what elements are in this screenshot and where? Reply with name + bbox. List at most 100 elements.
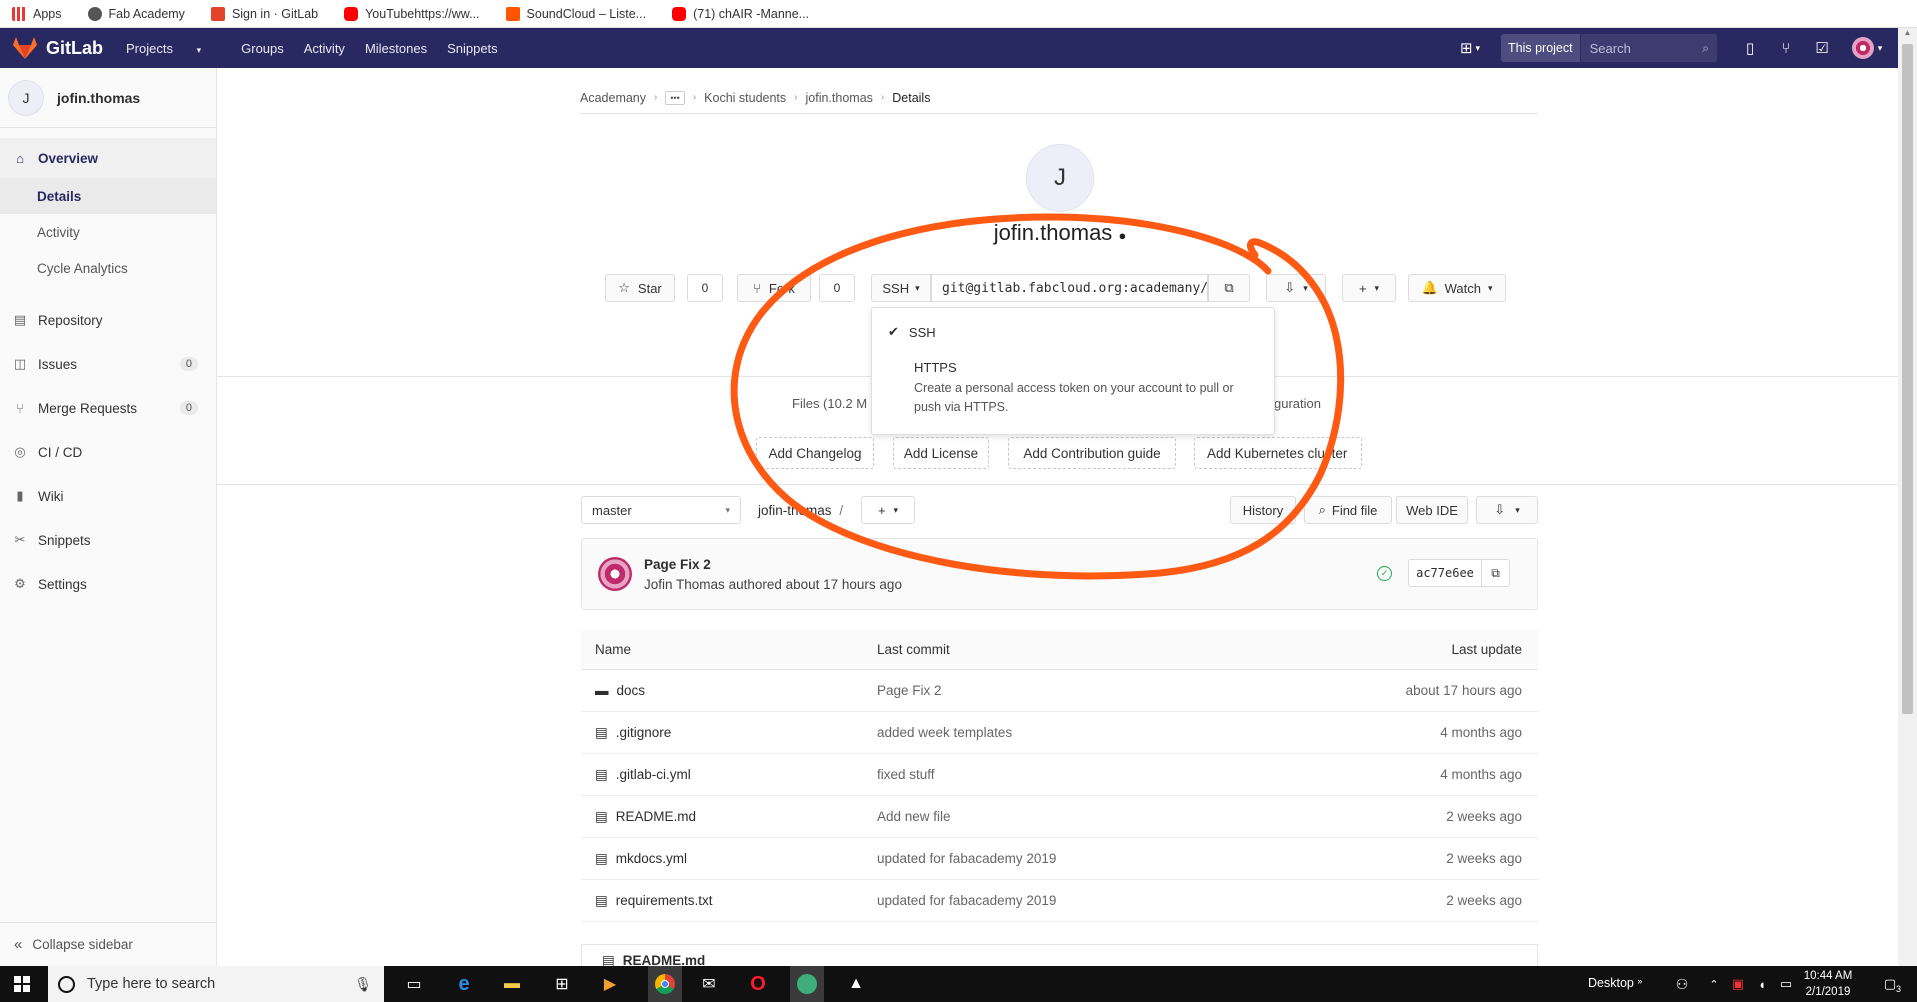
folder-icon: ▬: [595, 683, 609, 698]
merge-request-icon[interactable]: ⑂: [1775, 37, 1797, 59]
table-header: Name Last commit Last update: [581, 630, 1538, 670]
nav-snippets[interactable]: Snippets: [447, 41, 498, 56]
bookmark-soundcloud[interactable]: SoundCloud – Liste...: [505, 6, 646, 21]
download-icon: ⇩: [1494, 502, 1506, 517]
file-explorer-icon[interactable]: ▬: [500, 972, 524, 996]
scissors-icon: ✂: [14, 532, 26, 547]
soundcloud-icon: [505, 6, 520, 21]
file-icon: ▤: [595, 892, 608, 908]
scrollbar-up-arrow[interactable]: ▲: [1898, 28, 1917, 44]
rocket-icon: ◎: [14, 444, 26, 459]
edge-browser-icon[interactable]: e: [452, 972, 476, 996]
more-icon[interactable]: •••: [665, 90, 685, 105]
bookmark-apps[interactable]: Apps: [12, 6, 62, 21]
branch-select[interactable]: master ▾: [581, 496, 741, 524]
commit-sha[interactable]: ac77e6ee: [1408, 559, 1482, 587]
copy-sha-button[interactable]: ⧉: [1482, 559, 1510, 587]
todo-sidebar-icon[interactable]: ▯: [1739, 37, 1761, 59]
home-icon: ⌂: [16, 150, 24, 166]
bell-icon: 🔔: [1421, 280, 1438, 295]
gitlab-header: GitLab Projects ▾ Groups Activity Milest…: [0, 28, 1917, 68]
bookmark-fab-academy[interactable]: Fab Academy: [87, 6, 185, 21]
web-ide-button[interactable]: Web IDE: [1396, 496, 1468, 524]
sidebar-project-header[interactable]: J jofin.thomas: [0, 68, 216, 128]
table-row[interactable]: ▤ .gitignore added week templates 4 month…: [581, 712, 1538, 754]
chevron-right-icon: ›: [794, 92, 798, 103]
sidebar-item-wiki[interactable]: ▮ Wiki: [0, 474, 216, 518]
opera-icon[interactable]: O: [746, 972, 770, 996]
nav-groups[interactable]: Groups: [241, 41, 284, 56]
file-icon: ▤: [595, 724, 608, 740]
network-icon[interactable]: ▭: [1774, 972, 1798, 996]
breadcrumb-project[interactable]: jofin.thomas: [806, 91, 873, 105]
sidebar-item-snippets[interactable]: ✂ Snippets: [0, 518, 216, 562]
user-avatar[interactable]: ▾: [1847, 37, 1887, 59]
bookmark-youtube-2[interactable]: (71) chAIR -Manne...: [672, 6, 809, 21]
sidebar-item-issues[interactable]: ◫ Issues 0: [0, 342, 216, 386]
book-icon: ▮: [16, 488, 24, 503]
sidebar-item-cycle-analytics[interactable]: Cycle Analytics: [0, 250, 216, 286]
taskbar-search[interactable]: Type here to search 🎙: [48, 966, 384, 1002]
sidebar-item-repository[interactable]: ▤ Repository: [0, 298, 216, 342]
pdf-tray-icon[interactable]: ▣: [1726, 972, 1750, 996]
todos-check-icon[interactable]: ☑: [1811, 37, 1833, 59]
windows-start-icon[interactable]: [10, 972, 34, 996]
nav-projects[interactable]: Projects ▾: [126, 41, 221, 56]
table-row[interactable]: ▬ docs Page Fix 2 about 17 hours ago: [581, 670, 1538, 712]
bookmarks-bar: Apps Fab Academy Sign in · GitLab YouTub…: [0, 0, 1917, 28]
volume-icon[interactable]: ◖: [1750, 972, 1774, 996]
clock[interactable]: 10:44 AM 2/1/2019: [1800, 968, 1856, 1000]
sidebar-item-ci-cd[interactable]: ◎ CI / CD: [0, 430, 216, 474]
store-icon[interactable]: ⊞: [550, 972, 574, 996]
star-button[interactable]: ☆ Star: [605, 274, 675, 302]
collapse-sidebar-button[interactable]: «Collapse sidebar: [0, 922, 216, 966]
chevron-down-icon: ▾: [1488, 282, 1493, 293]
search-box[interactable]: This project Search ⌕: [1501, 34, 1717, 62]
author-avatar[interactable]: [598, 557, 632, 591]
page-scrollbar[interactable]: ▲: [1898, 28, 1917, 966]
breadcrumb-kochi-students[interactable]: Kochi students: [704, 91, 786, 105]
people-icon[interactable]: ⚇: [1670, 972, 1694, 996]
sidebar-item-activity[interactable]: Activity: [0, 214, 216, 250]
apps-grid-icon: [12, 6, 26, 21]
nav-milestones[interactable]: Milestones: [365, 41, 427, 56]
new-plus-icon[interactable]: ⊞ ▾: [1453, 37, 1487, 59]
scrollbar-thumb[interactable]: [1902, 44, 1913, 714]
media-player-icon[interactable]: ▶: [598, 972, 622, 996]
star-count[interactable]: 0: [687, 274, 723, 302]
show-hidden-icons-icon[interactable]: ⌃: [1702, 972, 1726, 996]
search-scope[interactable]: This project: [1501, 34, 1581, 62]
sidebar-item-settings[interactable]: ⚙ Settings: [0, 562, 216, 606]
sidebar-item-overview[interactable]: ⌂ Overview: [0, 138, 216, 178]
photos-icon[interactable]: ▲: [844, 972, 868, 996]
sidebar-item-merge-requests[interactable]: ⑂ Merge Requests 0: [0, 386, 216, 430]
merge-requests-count-badge: 0: [179, 401, 198, 415]
chrome-icon[interactable]: [648, 966, 682, 1002]
project-avatar-large: J: [1026, 144, 1094, 212]
sidebar-item-details[interactable]: Details: [0, 178, 216, 214]
desktop-toolbar[interactable]: Desktop »: [1588, 976, 1642, 990]
bookmark-gitlab[interactable]: Sign in · GitLab: [210, 6, 318, 21]
plus-icon: +: [1358, 280, 1367, 296]
notifications-icon[interactable]: ▢ 3: [1878, 972, 1902, 996]
watch-button[interactable]: 🔔 Watch ▾: [1408, 274, 1506, 302]
download-dropdown[interactable]: ⇩ ▾: [1476, 496, 1538, 524]
breadcrumb-academany[interactable]: Academany: [580, 91, 646, 105]
app-icon[interactable]: [790, 966, 824, 1002]
mail-icon[interactable]: ✉: [697, 972, 721, 996]
pipeline-passed-icon[interactable]: ✓: [1377, 566, 1392, 581]
search-input[interactable]: Search ⌕: [1580, 34, 1717, 62]
header-nav: Projects ▾ Groups Activity Milestones Sn…: [126, 28, 518, 68]
task-view-icon[interactable]: ▭: [402, 972, 426, 996]
bookmark-youtube[interactable]: YouTubehttps://ww...: [344, 6, 480, 21]
commit-title[interactable]: Page Fix 2: [644, 557, 711, 572]
breadcrumb: Academany › ••• › Kochi students › jofin…: [580, 82, 1538, 114]
annotation-circle: [730, 213, 1345, 580]
table-row[interactable]: ▤ mkdocs.yml updated for fabacademy 2019 …: [581, 838, 1538, 880]
gitlab-logo[interactable]: GitLab: [12, 36, 103, 60]
table-row[interactable]: ▤ README.md Add new file 2 weeks ago: [581, 796, 1538, 838]
table-row[interactable]: ▤ .gitlab-ci.yml fixed stuff 4 months ago: [581, 754, 1538, 796]
chevron-down-icon: ▾: [1515, 504, 1520, 515]
table-row[interactable]: ▤ requirements.txt updated for fabacademy…: [581, 880, 1538, 922]
nav-activity[interactable]: Activity: [304, 41, 345, 56]
